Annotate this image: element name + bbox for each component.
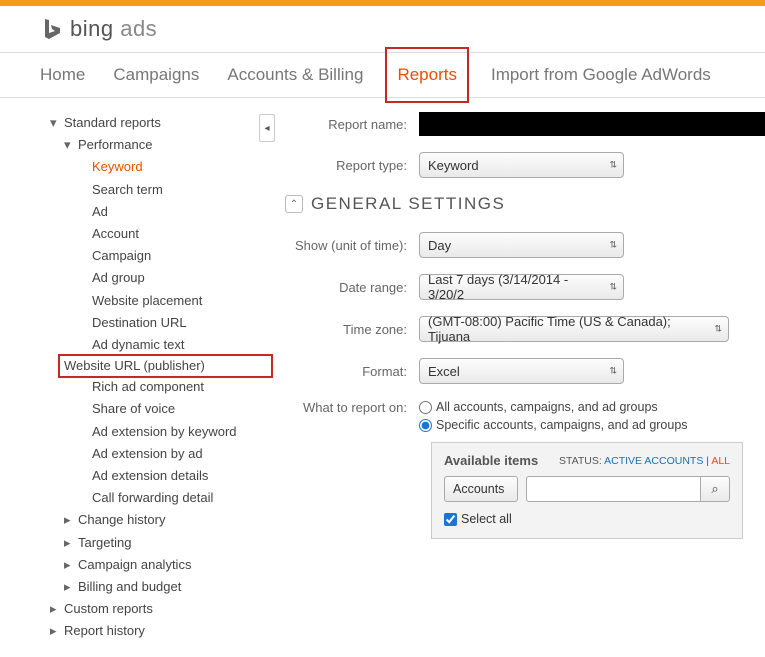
tree-ad-ext-details[interactable]: Ad extension details (92, 465, 271, 487)
available-status: STATUS: ACTIVE ACCOUNTS | ALL (559, 455, 730, 467)
radio-group-scope: All accounts, campaigns, and ad groups S… (419, 400, 688, 432)
select-date-range[interactable]: Last 7 days (3/14/2014 - 3/20/2 (419, 274, 624, 300)
tree-change-history[interactable]: Change history (78, 509, 271, 531)
available-items-panel: Available items STATUS: ACTIVE ACCOUNTS … (431, 442, 743, 539)
tree-standard-reports[interactable]: Standard reports (64, 112, 271, 134)
tree-call-forwarding[interactable]: Call forwarding detail (92, 487, 271, 509)
logo-row: bing ads (0, 6, 765, 52)
tree-report-history[interactable]: Report history (64, 620, 271, 642)
select-all-checkbox[interactable] (444, 513, 457, 526)
search-icon: ⌕ (711, 481, 718, 497)
nav-home[interactable]: Home (40, 53, 85, 97)
radio-all-input[interactable] (419, 401, 432, 414)
nav-reports[interactable]: Reports (391, 53, 463, 97)
search-button[interactable]: ⌕ (700, 476, 730, 502)
section-general-settings: ⌃ General Settings (285, 194, 765, 214)
tree-ad-dynamic-text[interactable]: Ad dynamic text (92, 334, 271, 356)
tree-campaign[interactable]: Campaign (92, 245, 271, 267)
bing-logo-icon (40, 17, 64, 41)
radio-specific-accounts[interactable]: Specific accounts, campaigns, and ad gro… (419, 418, 688, 432)
tree-campaign-analytics[interactable]: Campaign analytics (78, 554, 271, 576)
content-panel: Report name: Report type: Keyword ⌃ Gene… (275, 98, 765, 657)
row-timezone: Time zone: (GMT-08:00) Pacific Time (US … (285, 316, 765, 342)
tree-ad-ext-ad[interactable]: Ad extension by ad (92, 443, 271, 465)
radio-all-label: All accounts, campaigns, and ad groups (436, 400, 658, 414)
label-report-type: Report type: (285, 158, 419, 173)
radio-specific-input[interactable] (419, 419, 432, 432)
row-report-name: Report name: (285, 112, 765, 136)
select-all-row[interactable]: Select all (444, 512, 730, 526)
sidebar-collapse-handle[interactable]: ◂ (259, 114, 275, 142)
search-box: ⌕ (526, 476, 730, 502)
status-all-link[interactable]: ALL (711, 455, 730, 467)
tree-custom-reports[interactable]: Custom reports (64, 598, 271, 620)
tree-ad[interactable]: Ad (92, 201, 271, 223)
tree-performance[interactable]: Performance (78, 134, 271, 156)
general-settings-title: General Settings (311, 194, 505, 214)
nav-campaigns[interactable]: Campaigns (113, 53, 199, 97)
row-report-type: Report type: Keyword (285, 152, 765, 178)
status-active-link[interactable]: ACTIVE ACCOUNTS (604, 455, 703, 467)
collapse-general-settings[interactable]: ⌃ (285, 195, 303, 213)
tree-targeting[interactable]: Targeting (78, 532, 271, 554)
tree-website-placement[interactable]: Website placement (92, 290, 271, 312)
label-what-report: What to report on: (285, 400, 419, 415)
label-report-name: Report name: (285, 117, 419, 132)
label-date-range: Date range: (285, 280, 419, 295)
status-label: STATUS: (559, 455, 604, 467)
select-entity-type[interactable]: Accounts (444, 476, 518, 502)
available-title: Available items (444, 453, 538, 468)
main-area: ◂ Standard reports Performance Keyword S… (0, 98, 765, 657)
row-date-range: Date range: Last 7 days (3/14/2014 - 3/2… (285, 274, 765, 300)
select-show-unit[interactable]: Day (419, 232, 624, 258)
tree-rich-ad-component[interactable]: Rich ad component (92, 376, 271, 398)
nav-accounts-billing[interactable]: Accounts & Billing (227, 53, 363, 97)
tree-billing-budget[interactable]: Billing and budget (78, 576, 271, 598)
tree-ad-group[interactable]: Ad group (92, 267, 271, 289)
tree-account[interactable]: Account (92, 223, 271, 245)
row-show: Show (unit of time): Day (285, 232, 765, 258)
main-nav: Home Campaigns Accounts & Billing Report… (0, 52, 765, 98)
radio-specific-label: Specific accounts, campaigns, and ad gro… (436, 418, 688, 432)
select-timezone[interactable]: (GMT-08:00) Pacific Time (US & Canada); … (419, 316, 729, 342)
available-header: Available items STATUS: ACTIVE ACCOUNTS … (444, 453, 730, 468)
search-input[interactable] (526, 476, 700, 502)
tree-destination-url[interactable]: Destination URL (92, 312, 271, 334)
row-what-report: What to report on: All accounts, campaig… (285, 400, 765, 432)
label-show: Show (unit of time): (285, 238, 419, 253)
radio-all-accounts[interactable]: All accounts, campaigns, and ad groups (419, 400, 688, 414)
available-controls: Accounts ⌕ (444, 476, 730, 502)
select-all-label: Select all (461, 512, 512, 526)
sidebar: ◂ Standard reports Performance Keyword S… (0, 98, 275, 657)
select-report-type[interactable]: Keyword (419, 152, 624, 178)
tree-search-term[interactable]: Search term (92, 179, 271, 201)
nav-import-adwords[interactable]: Import from Google AdWords (491, 53, 711, 97)
tree-website-url-publisher[interactable]: Website URL (publisher) (60, 356, 271, 376)
tree-share-of-voice[interactable]: Share of voice (92, 398, 271, 420)
tree-keyword[interactable]: Keyword (92, 156, 271, 178)
tree-ad-ext-keyword[interactable]: Ad extension by keyword (92, 421, 271, 443)
select-format[interactable]: Excel (419, 358, 624, 384)
report-name-value (419, 112, 765, 136)
brand-text: bing ads (70, 16, 157, 42)
label-format: Format: (285, 364, 419, 379)
label-timezone: Time zone: (285, 322, 419, 337)
row-format: Format: Excel (285, 358, 765, 384)
